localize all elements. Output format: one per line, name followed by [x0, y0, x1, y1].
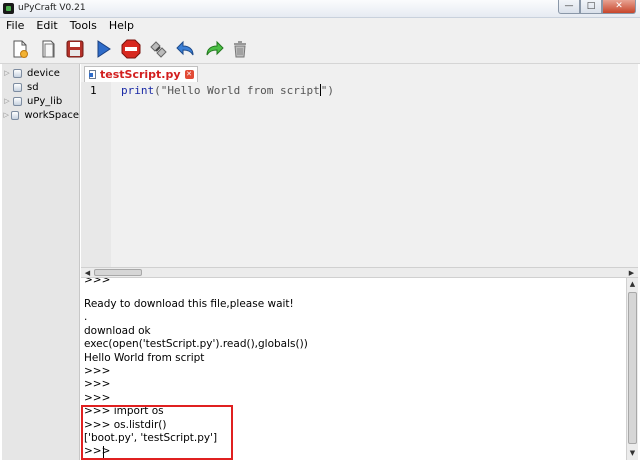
line-number-gutter: 1	[81, 82, 111, 267]
code-text-end: ")	[320, 84, 334, 97]
terminal-line: >>>	[84, 378, 111, 390]
new-file-icon[interactable]	[9, 38, 31, 60]
close-button[interactable]: ✕	[602, 0, 636, 14]
stop-icon[interactable]	[120, 38, 142, 60]
connect-icon[interactable]	[147, 38, 169, 60]
folder-icon	[13, 68, 22, 78]
scroll-right-icon[interactable]: ▶	[626, 268, 637, 278]
python-file-icon	[89, 70, 96, 79]
tab-testscript[interactable]: testScript.py ✕	[84, 66, 198, 82]
window-title: uPyCraft V0.21	[18, 3, 86, 13]
expand-arrow-icon[interactable]: ▷	[2, 111, 10, 119]
redo-icon[interactable]	[203, 38, 225, 60]
code-editor[interactable]: 1 print("Hello World from script")	[81, 82, 638, 267]
terminal-vertical-scrollbar[interactable]: ▲ ▼	[626, 278, 638, 460]
terminal-line: >>>	[84, 278, 111, 286]
code-text: ("Hello World from script	[154, 84, 320, 97]
line-number: 1	[90, 84, 97, 97]
save-icon[interactable]	[64, 38, 86, 60]
highlight-annotation-box	[81, 405, 233, 460]
terminal-line: exec(open('testScript.py').read(),global…	[84, 338, 308, 350]
undo-icon[interactable]	[175, 38, 197, 60]
folder-icon	[13, 82, 22, 92]
maximize-button[interactable]: □	[580, 0, 602, 14]
open-file-icon[interactable]	[37, 38, 59, 60]
minimize-button[interactable]: —	[558, 0, 580, 14]
scroll-up-icon[interactable]: ▲	[627, 279, 638, 289]
terminal-line: >>>	[84, 365, 111, 377]
menu-file[interactable]: File	[0, 18, 30, 34]
tree-item-label: uPy_lib	[27, 95, 63, 107]
terminal-line: Ready to download this file,please wait!	[84, 298, 294, 310]
code-line[interactable]: print("Hello World from script")	[121, 84, 334, 97]
tree-item-label: device	[27, 67, 60, 79]
download-run-icon[interactable]	[92, 38, 114, 60]
folder-icon	[11, 110, 20, 120]
tree-item-workspace[interactable]: ▷ workSpace	[2, 108, 79, 122]
title-bar: uPyCraft V0.21 — □ ✕	[0, 0, 640, 18]
terminal-line: >>>	[84, 392, 111, 404]
menu-help[interactable]: Help	[103, 18, 140, 34]
trash-icon[interactable]	[229, 38, 251, 60]
expand-arrow-icon[interactable]: ▷	[2, 97, 12, 105]
tree-item-device[interactable]: ▷ device	[2, 66, 79, 80]
scrollbar-thumb[interactable]	[628, 292, 637, 444]
scroll-left-icon[interactable]: ◀	[82, 268, 93, 278]
editor-tab-bar: testScript.py ✕	[81, 64, 638, 82]
scroll-down-icon[interactable]: ▼	[627, 448, 638, 458]
menu-edit[interactable]: Edit	[30, 18, 63, 34]
scrollbar-thumb[interactable]	[94, 269, 142, 276]
toolbar	[0, 34, 640, 64]
tree-item-label: workSpace	[24, 109, 79, 121]
expand-arrow-icon[interactable]: ▷	[2, 69, 12, 77]
tree-item-sd[interactable]: sd	[2, 80, 79, 94]
menu-bar: File Edit Tools Help	[0, 18, 640, 34]
tree-item-upy-lib[interactable]: ▷ uPy_lib	[2, 94, 79, 108]
terminal-line: Hello World from script	[84, 352, 205, 364]
tab-close-icon[interactable]: ✕	[184, 70, 194, 79]
terminal-line: .	[84, 311, 88, 323]
menu-tools[interactable]: Tools	[64, 18, 103, 34]
code-keyword: print	[121, 84, 155, 97]
window-controls: — □ ✕	[558, 0, 636, 14]
app-icon	[3, 3, 14, 14]
editor-horizontal-scrollbar[interactable]: ◀ ▶	[81, 267, 638, 278]
tree-item-label: sd	[27, 81, 39, 93]
folder-icon	[13, 96, 22, 106]
terminal-line: download ok	[84, 325, 151, 337]
file-tree: ▷ device sd ▷ uPy_lib ▷ workSpace	[2, 64, 80, 460]
tab-label: testScript.py	[100, 68, 181, 81]
